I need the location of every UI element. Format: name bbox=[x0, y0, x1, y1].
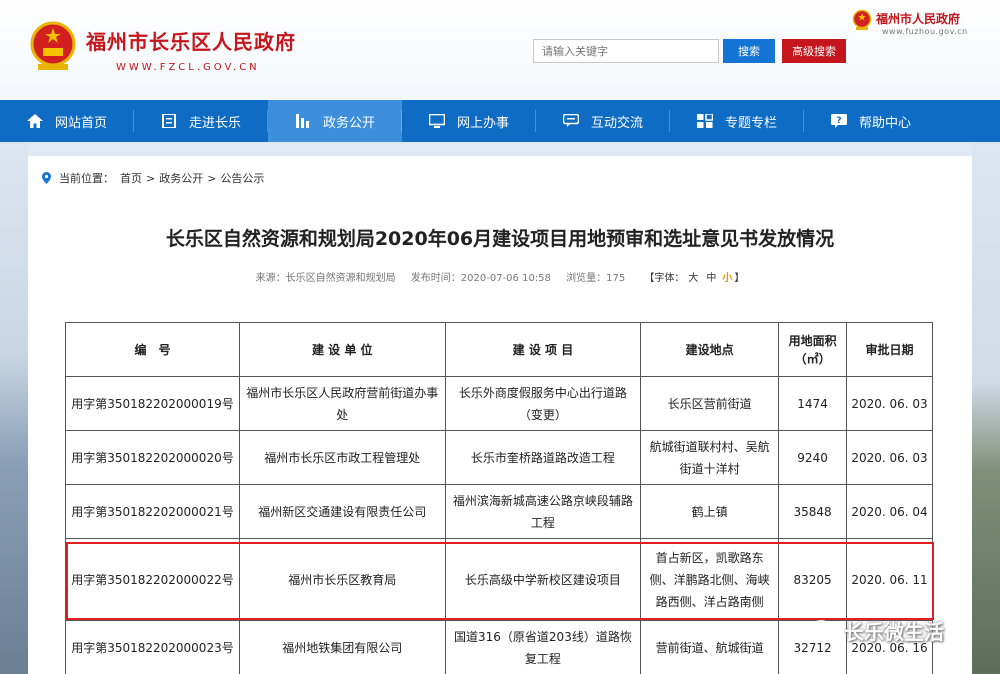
nav-item-label: 互动交流 bbox=[590, 115, 643, 131]
breadcrumb-separator: > bbox=[146, 171, 156, 185]
nav-item-label: 专题专栏 bbox=[724, 115, 777, 131]
font-large-button[interactable]: 大 bbox=[688, 273, 698, 284]
highlight-box bbox=[66, 542, 934, 620]
nav-item-label: 走进长乐 bbox=[188, 115, 241, 131]
nav-item-label: 网站首页 bbox=[54, 115, 107, 131]
font-size-control: 【字体：大中小】 bbox=[644, 273, 744, 284]
nav-item-label: 政务公开 bbox=[322, 115, 375, 131]
table-cell: 鹤上镇 bbox=[640, 484, 780, 539]
table-header-row: 编 号 建 设 单 位 建 设 项 目 建设地点 用地面积（㎡） 审批日期 bbox=[65, 322, 933, 377]
nav-item-about[interactable]: 走进长乐 bbox=[134, 100, 268, 142]
table-cell: 国道316（原省道203线）道路恢复工程 bbox=[444, 620, 642, 674]
table-row: 用字第350182202000020号 福州市长乐区市政工程管理处 长乐市奎桥路… bbox=[65, 430, 933, 485]
grid-icon bbox=[696, 114, 713, 128]
font-medium-button[interactable]: 中 bbox=[706, 273, 716, 284]
breadcrumb-current-link[interactable]: 公告公示 bbox=[220, 170, 264, 186]
nav-item-label: 帮助中心 bbox=[858, 115, 911, 131]
fuzhou-emblem-icon bbox=[852, 9, 872, 30]
parent-site-url: www.fuzhou.gov.cn bbox=[882, 27, 968, 36]
breadcrumb-section-link[interactable]: 政务公开 bbox=[159, 170, 203, 186]
nav-item-online-services[interactable]: 网上办事 bbox=[402, 100, 536, 142]
question-icon: ? bbox=[830, 114, 847, 128]
table-cell: 福州市长乐区市政工程管理处 bbox=[238, 430, 446, 485]
chart-icon bbox=[295, 114, 309, 128]
breadcrumb-home-link[interactable]: 首页 bbox=[120, 170, 142, 186]
table-cell: 福州市长乐区人民政府营前街道办事处 bbox=[238, 376, 446, 431]
table-cell: 2020. 06. 03 bbox=[846, 376, 933, 431]
page-title: 长乐区自然资源和规划局2020年06月建设项目用地预审和选址意见书发放情况 bbox=[165, 228, 835, 250]
table-cell: 长乐区营前街道 bbox=[640, 376, 780, 431]
table-cell: 用字第350182202000020号 bbox=[65, 430, 240, 485]
table-cell: 35848 bbox=[778, 484, 848, 539]
svg-text:?: ? bbox=[836, 116, 841, 126]
approval-table: 编 号 建 设 单 位 建 设 项 目 建设地点 用地面积（㎡） 审批日期 用字… bbox=[65, 322, 933, 674]
monitor-icon bbox=[428, 114, 445, 128]
font-small-button[interactable]: 小 bbox=[722, 273, 732, 284]
table-cell: 营前街道、航城街道 bbox=[640, 620, 780, 674]
site-title[interactable]: 福州市长乐区人民政府 bbox=[86, 26, 296, 55]
table-header: 建 设 单 位 bbox=[238, 322, 446, 377]
table-cell: 9240 bbox=[778, 430, 848, 485]
table-row: 用字第350182202000021号 福州新区交通建设有限责任公司 福州滨海新… bbox=[65, 484, 933, 539]
search-button[interactable]: 搜索 bbox=[723, 39, 775, 63]
national-emblem-icon bbox=[30, 21, 76, 70]
font-size-label: 【字体： bbox=[644, 273, 685, 284]
book-icon bbox=[161, 114, 176, 128]
breadcrumb-prefix: 当前位置： bbox=[59, 172, 114, 185]
nav-item-label: 网上办事 bbox=[456, 115, 509, 131]
table-cell: 航城街道联村村、吴航街道十洋村 bbox=[640, 430, 780, 485]
table-cell: 用字第350182202000019号 bbox=[65, 376, 240, 431]
nav-item-help[interactable]: ? 帮助中心 bbox=[804, 100, 938, 142]
table-cell: 长乐市奎桥路道路改造工程 bbox=[444, 430, 642, 485]
watermark: 长乐微生活 bbox=[810, 616, 944, 645]
nav-item-gov-affairs[interactable]: 政务公开 bbox=[268, 100, 402, 142]
table-cell: 1474 bbox=[778, 376, 848, 431]
article-views: 浏览量：175 bbox=[566, 273, 626, 284]
table-cell: 用字第350182202000023号 bbox=[65, 620, 240, 674]
nav-item-special-topics[interactable]: 专题专栏 bbox=[670, 100, 804, 142]
table-cell: 用字第350182202000021号 bbox=[65, 484, 240, 539]
watermark-text: 长乐微生活 bbox=[844, 620, 944, 644]
site-header: 福州市长乐区人民政府 WWW.FZCL.GOV.CN 搜索 高级搜索 福州市人民… bbox=[0, 0, 1000, 100]
table-cell: 福州滨海新城高速公路京峡段辅路工程 bbox=[444, 484, 642, 539]
search-input[interactable] bbox=[533, 39, 719, 63]
table-row: 用字第350182202000019号 福州市长乐区人民政府营前街道办事处 长乐… bbox=[65, 376, 933, 431]
font-size-close: 】 bbox=[734, 273, 745, 284]
advanced-search-button[interactable]: 高级搜索 bbox=[782, 39, 846, 63]
parent-site-link[interactable]: 福州市人民政府 bbox=[876, 10, 960, 27]
table-row: 用字第350182202000023号 福州地铁集团有限公司 国道316（原省道… bbox=[65, 620, 933, 674]
table-header: 建设地点 bbox=[640, 322, 780, 377]
home-icon bbox=[26, 114, 43, 128]
site-url: WWW.FZCL.GOV.CN bbox=[116, 62, 260, 73]
breadcrumb: 当前位置： 首页 > 政务公开 > 公告公示 bbox=[42, 170, 264, 186]
nav-item-home[interactable]: 网站首页 bbox=[0, 100, 134, 142]
table-header: 审批日期 bbox=[846, 322, 933, 377]
main-nav: 网站首页 走进长乐 政务公开 网上办事 互动交流 专题专栏 ? 帮助中心 bbox=[0, 100, 1000, 142]
nav-item-interaction[interactable]: 互动交流 bbox=[536, 100, 670, 142]
table-header: 建 设 项 目 bbox=[444, 322, 642, 377]
table-header: 编 号 bbox=[65, 322, 240, 377]
chat-icon bbox=[562, 114, 579, 127]
wechat-icon bbox=[810, 619, 838, 641]
background-scenery-right bbox=[972, 142, 1000, 674]
table-cell: 福州新区交通建设有限责任公司 bbox=[238, 484, 446, 539]
table-header: 用地面积（㎡） bbox=[778, 322, 848, 377]
breadcrumb-separator: > bbox=[207, 171, 217, 185]
background-scenery-left bbox=[0, 142, 28, 674]
table-cell: 2020. 06. 03 bbox=[846, 430, 933, 485]
table-cell: 长乐外商度假服务中心出行道路（变更） bbox=[444, 376, 642, 431]
location-pin-icon bbox=[42, 172, 51, 184]
article-source: 来源：长乐区自然资源和规划局 bbox=[255, 273, 396, 284]
table-cell: 2020. 06. 04 bbox=[846, 484, 933, 539]
article-publish-time: 发布时间：2020-07-06 10:58 bbox=[410, 273, 551, 284]
article-meta: 来源：长乐区自然资源和规划局 发布时间：2020-07-06 10:58 浏览量… bbox=[28, 269, 972, 284]
table-cell: 福州地铁集团有限公司 bbox=[238, 620, 446, 674]
